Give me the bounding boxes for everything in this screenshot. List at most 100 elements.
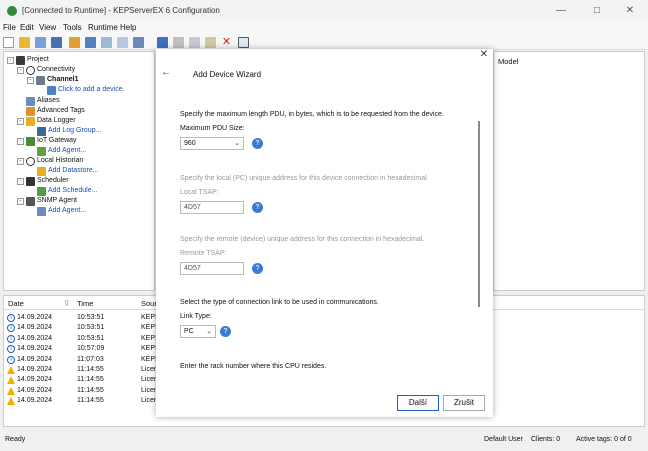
model-column-header[interactable]: Model <box>498 57 518 66</box>
date-column-header[interactable]: Date <box>8 299 24 308</box>
table-row[interactable]: i 14.09.2024 10:53:51 KEPS <box>4 323 164 333</box>
tree-project[interactable]: Project <box>27 56 49 63</box>
title-bar: [Connected to Runtime] - KEPServerEX 6 C… <box>0 0 648 22</box>
status-user: Default User <box>484 436 523 443</box>
quick-client-icon[interactable] <box>238 37 249 48</box>
add-agent-icon <box>37 147 46 156</box>
wizard-body: Specify the maximum length PDU, in bytes… <box>180 109 470 379</box>
maximize-button[interactable]: □ <box>584 3 610 19</box>
help-icon[interactable]: ? <box>252 263 263 274</box>
time-cell: 10:53:51 <box>77 324 105 332</box>
tree-add-agent[interactable]: Add Agent... <box>48 147 86 154</box>
save-icon[interactable] <box>35 37 46 48</box>
collapse-snmp-agent[interactable]: - <box>17 198 24 205</box>
minimize-button[interactable]: — <box>548 3 574 19</box>
tree-snmp-agent[interactable]: SNMP Agent <box>37 197 77 204</box>
remote-tsap-input[interactable]: 4D57 <box>180 262 244 275</box>
collapse-data-logger[interactable]: - <box>17 118 24 125</box>
add-snmp-agent-icon <box>37 207 46 216</box>
menu-file[interactable]: File <box>3 23 16 32</box>
date-cell: 14.09.2024 <box>17 334 53 342</box>
tree-aliases[interactable]: Aliases <box>37 97 60 104</box>
cancel-button[interactable]: Zrušit <box>443 395 485 411</box>
tree-add-device[interactable]: Click to add a device. <box>58 86 125 93</box>
help-icon[interactable]: ? <box>252 138 263 149</box>
tree-data-logger[interactable]: Data Logger <box>37 117 76 124</box>
undo-icon[interactable] <box>157 37 168 48</box>
date-cell: 14.09.2024 <box>17 314 53 321</box>
tree-add-schedule[interactable]: Add Schedule... <box>48 187 97 194</box>
connectivity-icon <box>26 66 35 75</box>
delete-icon[interactable]: ✕ <box>221 37 232 48</box>
close-window-button[interactable]: ✕ <box>617 3 643 19</box>
tree-channel[interactable]: Channel1 <box>47 76 79 83</box>
new-tag-icon[interactable] <box>117 37 128 48</box>
tree-connectivity[interactable]: Connectivity <box>37 66 75 73</box>
tree-advanced-tags[interactable]: Advanced Tags <box>37 107 85 114</box>
table-row[interactable]: i 14.09.2024 10:53:51 KEPS <box>4 313 164 323</box>
next-button[interactable]: Další <box>397 395 439 411</box>
collapse-scheduler[interactable]: - <box>17 178 24 185</box>
link-type-select[interactable]: PC ⌄ <box>180 325 216 338</box>
local-tsap-input[interactable]: 4D57 <box>180 201 244 214</box>
save-as-icon[interactable] <box>51 37 62 48</box>
info-icon: i <box>7 324 15 333</box>
copy-icon[interactable] <box>189 37 200 48</box>
table-row[interactable]: 14.09.2024 11:14:55 Licen <box>4 386 164 396</box>
app-icon <box>7 6 17 16</box>
menu-edit[interactable]: Edit <box>20 23 34 32</box>
date-cell: 14.09.2024 <box>17 345 53 353</box>
new-device-icon[interactable] <box>85 37 96 48</box>
table-row[interactable]: 14.09.2024 11:14:55 Licen <box>4 365 164 375</box>
info-icon: i <box>7 314 15 322</box>
date-cell: 14.09.2024 <box>17 376 53 384</box>
pdu-size-select[interactable]: 960 ⌄ <box>180 137 244 150</box>
table-row[interactable]: 14.09.2024 11:14:55 Licen <box>4 375 164 385</box>
menu-runtime[interactable]: Runtime <box>88 23 118 32</box>
table-row[interactable]: i 14.09.2024 11:07:03 KEPS <box>4 355 164 365</box>
tree-add-snmp-agent[interactable]: Add Agent... <box>48 207 86 214</box>
time-column-header[interactable]: Time <box>77 299 93 308</box>
collapse-project[interactable]: - <box>7 57 14 64</box>
status-clients: Clients: 0 <box>531 436 561 443</box>
back-arrow-icon[interactable]: ← <box>161 67 171 78</box>
open-icon[interactable] <box>19 37 30 48</box>
new-group-icon[interactable] <box>101 37 112 48</box>
link-type-value: PC <box>184 328 194 335</box>
bulk-tag-icon[interactable] <box>133 37 144 48</box>
time-cell: 11:14:55 <box>77 397 104 405</box>
date-cell: 14.09.2024 <box>17 355 53 363</box>
paste-icon[interactable] <box>205 37 216 48</box>
iot-gateway-icon <box>26 137 35 146</box>
help-icon[interactable]: ? <box>252 202 263 213</box>
close-icon[interactable]: ✕ <box>480 49 488 60</box>
tree-local-historian[interactable]: Local Historian <box>37 157 83 164</box>
table-row[interactable]: i 14.09.2024 10:53:51 KEPS <box>4 334 164 344</box>
tree-iot-gateway[interactable]: IoT Gateway <box>37 137 77 144</box>
new-channel-icon[interactable] <box>69 37 80 48</box>
rack-description: Enter the rack number where this CPU res… <box>180 363 327 370</box>
menu-view[interactable]: View <box>39 23 56 32</box>
cut-icon[interactable] <box>173 37 184 48</box>
help-icon[interactable]: ? <box>220 326 231 337</box>
data-logger-icon <box>26 117 35 126</box>
tree-scheduler[interactable]: Scheduler <box>37 177 69 184</box>
collapse-local-historian[interactable]: - <box>17 158 24 165</box>
tree-add-log-group[interactable]: Add Log Group... <box>48 127 101 134</box>
new-icon[interactable] <box>3 37 14 48</box>
table-row[interactable]: i 14.09.2024 10:57:09 KEPS <box>4 344 164 354</box>
local-tsap-label: Local TSAP: <box>180 189 219 196</box>
table-row[interactable]: 14.09.2024 11:14:55 Licen <box>4 396 164 406</box>
info-icon: i <box>7 334 15 343</box>
date-cell: 14.09.2024 <box>17 397 53 405</box>
menu-tools[interactable]: Tools <box>63 23 82 32</box>
pdu-label: Maximum PDU Size: <box>180 125 245 132</box>
collapse-iot-gateway[interactable]: - <box>17 138 24 145</box>
collapse-connectivity[interactable]: - <box>17 67 24 74</box>
detail-pane: Model <box>493 51 645 291</box>
collapse-channel[interactable]: - <box>27 77 34 84</box>
menu-help[interactable]: Help <box>120 23 136 32</box>
local-historian-icon <box>26 157 35 166</box>
tree-add-datastore[interactable]: Add Datastore... <box>48 167 99 174</box>
wizard-scrollbar[interactable] <box>478 121 480 307</box>
